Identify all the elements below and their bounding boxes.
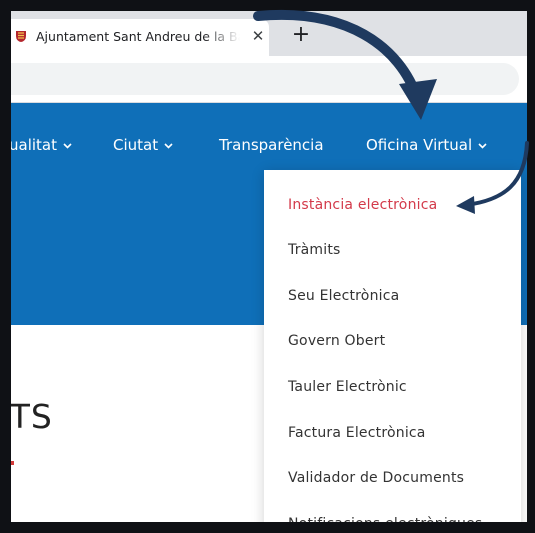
tab-close-icon[interactable]: ✕ bbox=[249, 26, 267, 46]
nav-item-transparencia[interactable]: Transparència bbox=[219, 133, 324, 157]
oficina-virtual-dropdown: Instància electrònica Tràmits Seu Electr… bbox=[264, 170, 521, 522]
dropdown-item-notificacions-electroniques[interactable]: Notificacions electròniques bbox=[288, 512, 482, 522]
new-tab-button[interactable]: + bbox=[289, 23, 313, 47]
nav-item-label: Transparència bbox=[219, 136, 324, 154]
dropdown-item-seu-electronica[interactable]: Seu Electrònica bbox=[288, 284, 399, 308]
browser-tabstrip: Ajuntament Sant Andreu de la Ba ✕ + bbox=[11, 11, 527, 56]
title-underline bbox=[11, 461, 14, 465]
nav-item-ciutat[interactable]: Ciutat bbox=[113, 133, 173, 157]
dropdown-item-tramits[interactable]: Tràmits bbox=[288, 238, 341, 262]
page-title: ITS bbox=[0, 397, 53, 436]
nav-item-label: Oficina Virtual bbox=[366, 136, 473, 154]
chevron-down-icon bbox=[164, 143, 173, 149]
chevron-down-icon bbox=[63, 143, 72, 149]
nav-item-qualitat[interactable]: ualitat bbox=[9, 133, 72, 157]
dropdown-item-factura-electronica[interactable]: Factura Electrònica bbox=[288, 421, 426, 445]
nav-item-label: Ciutat bbox=[113, 136, 159, 154]
browser-toolbar bbox=[11, 56, 527, 103]
dropdown-item-validador-documents[interactable]: Validador de Documents bbox=[288, 466, 464, 490]
browser-tab[interactable]: Ajuntament Sant Andreu de la Ba ✕ bbox=[11, 19, 269, 56]
dropdown-item-tauler-electronic[interactable]: Tauler Electrònic bbox=[288, 375, 407, 399]
address-bar[interactable] bbox=[11, 63, 519, 95]
tab-title: Ajuntament Sant Andreu de la Ba bbox=[36, 29, 240, 44]
dropdown-item-govern-obert[interactable]: Govern Obert bbox=[288, 329, 385, 353]
dropdown-item-instancia-electronica[interactable]: Instància electrònica bbox=[288, 193, 437, 217]
coat-of-arms-icon bbox=[16, 31, 26, 42]
nav-item-label: ualitat bbox=[9, 136, 57, 154]
screenshot-frame: Ajuntament Sant Andreu de la Ba ✕ + uali… bbox=[0, 0, 535, 533]
nav-item-oficina-virtual[interactable]: Oficina Virtual bbox=[366, 133, 487, 157]
chevron-down-icon bbox=[478, 143, 487, 149]
